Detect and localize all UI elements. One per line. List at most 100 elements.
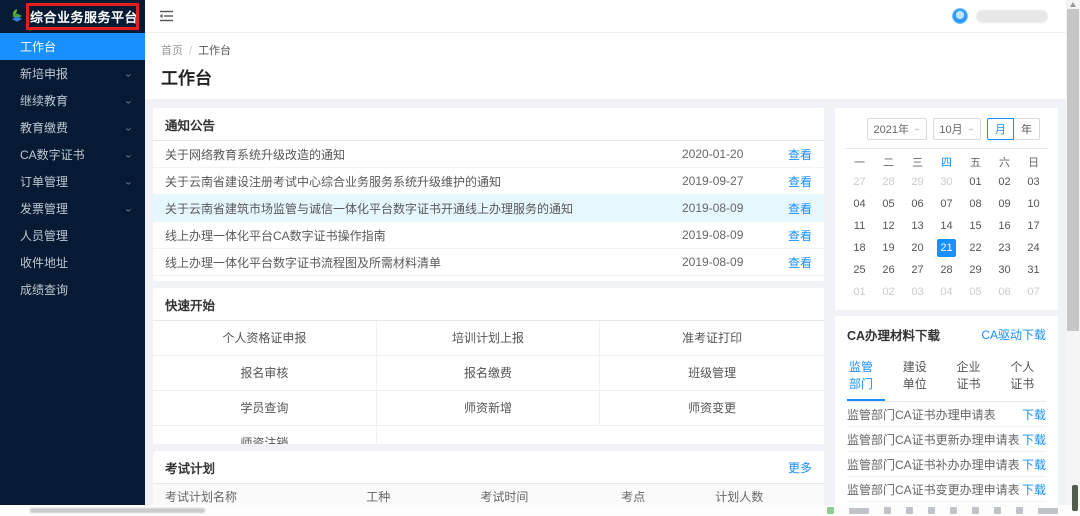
- ca-tab-construction-unit[interactable]: 建设单位: [901, 354, 939, 401]
- ca-item-row: 监管部门CA证书办理申请表 下载: [847, 402, 1046, 427]
- sidebar-item-continuing-education[interactable]: 继续教育⌄: [0, 87, 145, 114]
- calendar-date[interactable]: 17: [1019, 215, 1048, 237]
- calendar-date[interactable]: 05: [874, 193, 903, 215]
- calendar-date[interactable]: 04: [932, 281, 961, 303]
- calendar-date[interactable]: 04: [845, 193, 874, 215]
- ca-item-row: 监管部门CA证书更新办理申请表 下载: [847, 427, 1046, 452]
- calendar-date[interactable]: 19: [874, 237, 903, 259]
- calendar-date[interactable]: 27: [903, 259, 932, 281]
- ca-download-link[interactable]: 下载: [1022, 481, 1046, 498]
- notice-row-highlighted[interactable]: 关于云南省建筑市场监管与诚信一体化平台数字证书开通线上办理服务的通知 2019-…: [153, 195, 824, 222]
- calendar-date[interactable]: 07: [1019, 281, 1048, 303]
- page-title: 工作台: [161, 64, 1050, 89]
- calendar-date-selected[interactable]: 21: [937, 239, 956, 257]
- ca-tab-regulator[interactable]: 监管部门: [847, 354, 885, 401]
- statusbar-icon: [950, 507, 957, 514]
- calendar-date[interactable]: 03: [903, 281, 932, 303]
- calendar-date[interactable]: 30: [932, 171, 961, 193]
- notice-date: 2019-08-09: [682, 255, 782, 269]
- calendar-date[interactable]: 07: [932, 193, 961, 215]
- calendar-date[interactable]: 24: [1019, 237, 1048, 259]
- calendar-date[interactable]: 20: [903, 237, 932, 259]
- sidebar-item-new-training[interactable]: 新培申报⌄: [0, 60, 145, 87]
- quickstart-item[interactable]: 师资注销: [153, 426, 377, 444]
- calendar-date[interactable]: 28: [874, 171, 903, 193]
- ca-tab-personal-cert[interactable]: 个人证书: [1008, 354, 1046, 401]
- calendar-date[interactable]: 27: [845, 171, 874, 193]
- quickstart-item[interactable]: 报名缴费: [377, 356, 601, 391]
- calendar-date[interactable]: 01: [961, 171, 990, 193]
- ca-tab-enterprise-cert[interactable]: 企业证书: [955, 354, 993, 401]
- notice-view-link[interactable]: 查看: [788, 148, 812, 162]
- notice-date: 2020-01-20: [682, 147, 782, 161]
- notice-view-link[interactable]: 查看: [788, 256, 812, 270]
- menu-fold-icon[interactable]: [159, 10, 174, 22]
- quickstart-item[interactable]: 师资新增: [377, 391, 601, 426]
- quickstart-item[interactable]: 报名审核: [153, 356, 377, 391]
- quickstart-item[interactable]: 培训计划上报: [377, 321, 601, 356]
- calendar-year-select[interactable]: 2021年⌄: [867, 118, 927, 140]
- sidebar-item-invoice-management[interactable]: 发票管理⌄: [0, 195, 145, 222]
- calendar-date[interactable]: 06: [990, 281, 1019, 303]
- notice-row[interactable]: 线上办理一体化平台CA数字证书操作指南 2019-08-09 查看: [153, 222, 824, 249]
- sidebar-item-order-management[interactable]: 订单管理⌄: [0, 168, 145, 195]
- calendar-date[interactable]: 14: [932, 215, 961, 237]
- notice-row[interactable]: 关于云南省建设注册考试中心综合业务服务系统升级维护的通知 2019-09-27 …: [153, 168, 824, 195]
- calendar-date[interactable]: 12: [874, 215, 903, 237]
- scrollbar-track[interactable]: [1066, 0, 1080, 505]
- calendar-mode-month[interactable]: 月: [987, 118, 1014, 140]
- scrollbar-up-arrow-icon[interactable]: [1070, 2, 1076, 7]
- calendar-date[interactable]: 06: [903, 193, 932, 215]
- calendar-date[interactable]: 09: [990, 193, 1019, 215]
- statusbar-icon: [994, 507, 1001, 514]
- calendar-date[interactable]: 28: [932, 259, 961, 281]
- notice-view-link[interactable]: 查看: [788, 175, 812, 189]
- calendar-date[interactable]: 30: [990, 259, 1019, 281]
- calendar-date[interactable]: 16: [990, 215, 1019, 237]
- quickstart-item[interactable]: 师资变更: [600, 391, 824, 426]
- calendar-weekday-row: 一 二 三 四 五 六 日: [845, 155, 1048, 171]
- calendar-date[interactable]: 01: [845, 281, 874, 303]
- calendar-date[interactable]: 10: [1019, 193, 1048, 215]
- notice-view-link[interactable]: 查看: [788, 229, 812, 243]
- exam-more-link[interactable]: 更多: [788, 459, 812, 476]
- sidebar-item-score-query[interactable]: 成绩查询: [0, 276, 145, 303]
- sidebar-item-ca-certificate[interactable]: CA数字证书⌄: [0, 141, 145, 168]
- calendar-date[interactable]: 22: [961, 237, 990, 259]
- ca-download-link[interactable]: 下载: [1022, 431, 1046, 448]
- quickstart-item[interactable]: 学员查询: [153, 391, 377, 426]
- calendar-date[interactable]: 25: [845, 259, 874, 281]
- ca-download-link[interactable]: 下载: [1022, 456, 1046, 473]
- calendar-date[interactable]: 31: [1019, 259, 1048, 281]
- calendar-date[interactable]: 08: [961, 193, 990, 215]
- notice-row[interactable]: 线上办理一体化平台数字证书流程图及所需材料清单 2019-08-09 查看: [153, 249, 824, 276]
- quickstart-item[interactable]: 准考证打印: [600, 321, 824, 356]
- sidebar-item-address[interactable]: 收件地址: [0, 249, 145, 276]
- notice-view-link[interactable]: 查看: [788, 202, 812, 216]
- sidebar-item-personnel[interactable]: 人员管理: [0, 222, 145, 249]
- ca-driver-download-link[interactable]: CA驱动下载: [981, 326, 1046, 343]
- ca-download-link[interactable]: 下载: [1022, 406, 1046, 423]
- calendar-date[interactable]: 03: [1019, 171, 1048, 193]
- calendar-date[interactable]: 11: [845, 215, 874, 237]
- calendar-date[interactable]: 05: [961, 281, 990, 303]
- calendar-month-select[interactable]: 10月⌄: [933, 118, 981, 140]
- calendar-date[interactable]: 26: [874, 259, 903, 281]
- calendar-date[interactable]: 18: [845, 237, 874, 259]
- user-avatar[interactable]: [952, 8, 968, 24]
- calendar-date[interactable]: 29: [961, 259, 990, 281]
- calendar-mode-year[interactable]: 年: [1013, 118, 1040, 140]
- breadcrumb-home[interactable]: 首页: [161, 45, 183, 57]
- calendar-date[interactable]: 15: [961, 215, 990, 237]
- sidebar-item-education-payment[interactable]: 教育缴费⌄: [0, 114, 145, 141]
- calendar-date[interactable]: 13: [903, 215, 932, 237]
- calendar-date[interactable]: 02: [874, 281, 903, 303]
- calendar-date[interactable]: 23: [990, 237, 1019, 259]
- notice-row[interactable]: 关于网络教育系统升级改造的通知 2020-01-20 查看: [153, 141, 824, 168]
- scrollbar-thumb[interactable]: [1067, 9, 1079, 331]
- calendar-date[interactable]: 29: [903, 171, 932, 193]
- sidebar-item-workbench[interactable]: 工作台: [0, 33, 145, 60]
- calendar-date[interactable]: 02: [990, 171, 1019, 193]
- quickstart-item[interactable]: 个人资格证申报: [153, 321, 377, 356]
- quickstart-item[interactable]: 班级管理: [600, 356, 824, 391]
